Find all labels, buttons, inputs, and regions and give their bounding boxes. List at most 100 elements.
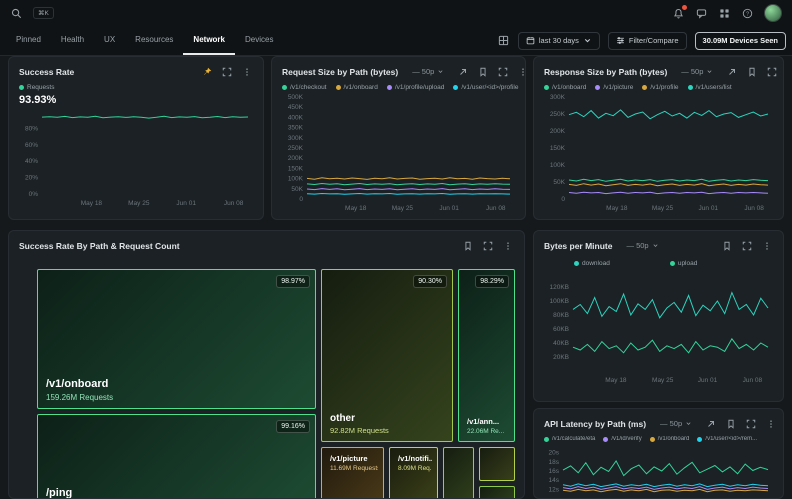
help-icon[interactable]: ?: [741, 7, 754, 20]
svg-text:80KB: 80KB: [553, 312, 569, 319]
tab-health[interactable]: Health: [51, 26, 94, 55]
percentile-select[interactable]: — 50p: [675, 66, 719, 77]
tab-devices[interactable]: Devices: [235, 26, 283, 55]
legend-item[interactable]: /v1/onboard: [336, 84, 378, 91]
expand-icon[interactable]: [220, 65, 233, 78]
treemap-cell-label: other92.82M Requests: [330, 413, 447, 435]
tab-ux[interactable]: UX: [94, 26, 125, 55]
grid-icon[interactable]: [718, 7, 731, 20]
date-range-button[interactable]: last 30 days: [518, 32, 600, 50]
legend-item[interactable]: /v1/checkout: [282, 84, 327, 91]
legend-item[interactable]: upload: [670, 260, 698, 267]
legend-dot: [650, 437, 655, 442]
kebab-icon[interactable]: [240, 65, 253, 78]
chat-icon[interactable]: [695, 7, 708, 20]
success-rate-badge: 99.16%: [276, 420, 310, 433]
percentile-label: — 50p: [660, 419, 682, 428]
card-title: Response Size by Path (bytes): [544, 67, 667, 77]
treemap-cell[interactable]: [479, 486, 515, 499]
card-title: Bytes per Minute: [544, 241, 613, 251]
svg-text:Jun 01: Jun 01: [176, 200, 196, 207]
response-size-chart[interactable]: 050K100K150K200K250K300KMay 18May 25Jun …: [543, 93, 774, 213]
api-latency-chart[interactable]: 12s14s16s18s20sMay 18May 25Jun 01Jun 08: [543, 444, 774, 499]
layout-grid-icon[interactable]: [497, 34, 510, 47]
expand-icon[interactable]: [481, 239, 494, 252]
treemap-cell-v1-picture[interactable]: /v1/picture11.69M Requests: [321, 447, 384, 499]
legend-item[interactable]: /v1/user/<id>/profile: [453, 84, 518, 91]
success-rate-chart[interactable]: 0%20%40%60%80%May 18May 25Jun 01Jun 08: [18, 108, 254, 208]
pin-icon[interactable]: [200, 65, 213, 78]
expand-icon[interactable]: [744, 417, 757, 430]
legend-item[interactable]: /v1/onboard: [544, 84, 586, 91]
legend-item[interactable]: Requests: [19, 84, 54, 91]
svg-text:May 18: May 18: [605, 377, 627, 384]
chart-legend: /v1/onboard/v1/picture/v1/profile/v1/use…: [534, 84, 783, 91]
expand-icon[interactable]: [496, 65, 509, 78]
treemap-cell-v1-onboard[interactable]: 98.97%/v1/onboard159.26M Requests: [37, 269, 316, 409]
legend-item[interactable]: /v1/profile: [642, 84, 678, 91]
svg-text:Jun 08: Jun 08: [744, 205, 764, 212]
bytes-per-minute-chart[interactable]: 20KB40KB60KB80KB100KB120KBMay 18May 25Ju…: [543, 269, 774, 385]
percentile-select[interactable]: — 50p: [406, 66, 450, 77]
keyboard-shortcut-badge: ⌘K: [33, 7, 54, 19]
svg-text:120KB: 120KB: [549, 284, 569, 291]
svg-text:250K: 250K: [288, 145, 304, 152]
legend-item[interactable]: /v1/profile/upload: [387, 84, 445, 91]
avatar[interactable]: [764, 4, 782, 22]
chevron-down-icon: [685, 420, 692, 427]
bookmark-icon[interactable]: [720, 239, 733, 252]
legend-item[interactable]: /v1/id/verify: [603, 436, 641, 442]
expand-icon[interactable]: [740, 239, 753, 252]
expand-icon[interactable]: [765, 65, 778, 78]
svg-text:350K: 350K: [288, 125, 304, 132]
percentile-select[interactable]: — 50p: [621, 240, 665, 251]
card-bytes-per-minute: Bytes per Minute — 50p downloadupload 20…: [533, 230, 784, 402]
legend-dot: [544, 85, 549, 90]
bookmark-icon[interactable]: [724, 417, 737, 430]
legend-item[interactable]: /v1/picture: [595, 84, 633, 91]
svg-text:80%: 80%: [25, 125, 38, 132]
bell-icon[interactable]: [672, 7, 685, 20]
treemap-cell-v1-notifi[interactable]: /v1/notifi...8.09M Req...: [389, 447, 438, 499]
kebab-icon[interactable]: [501, 239, 514, 252]
card-title: Request Size by Path (bytes): [282, 67, 398, 77]
treemap-cell[interactable]: [443, 447, 474, 499]
calendar-icon: [526, 36, 535, 45]
request-size-chart[interactable]: 050K100K150K200K250K300K350K400K450K500K…: [281, 93, 516, 213]
bookmark-icon[interactable]: [745, 65, 758, 78]
percentile-label: — 50p: [412, 67, 434, 76]
percentile-select[interactable]: — 50p: [654, 418, 698, 429]
svg-text:100K: 100K: [550, 162, 566, 169]
treemap-cell-other[interactable]: 90.30%other92.82M Requests: [321, 269, 453, 442]
kebab-icon[interactable]: [516, 65, 526, 78]
treemap-cell[interactable]: [479, 447, 515, 481]
kebab-icon[interactable]: [764, 417, 777, 430]
treemap-cell-label: /v1/ann...22.06M Re...: [467, 417, 509, 435]
search-icon[interactable]: [10, 7, 23, 20]
legend-item[interactable]: download: [574, 260, 610, 267]
tab-list: PinnedHealthUXResourcesNetworkDevices: [6, 26, 283, 55]
kebab-icon[interactable]: [760, 239, 773, 252]
tab-pinned[interactable]: Pinned: [6, 26, 51, 55]
devices-seen-badge[interactable]: 30.09M Devices Seen: [695, 32, 786, 50]
share-icon[interactable]: [725, 65, 738, 78]
treemap: 98.97%/v1/onboard159.26M Requests99.16%/…: [37, 269, 515, 499]
share-icon[interactable]: [704, 417, 717, 430]
legend-item[interactable]: /v1/user/<id>/rem...: [697, 436, 757, 442]
filter-compare-button[interactable]: Filter/Compare: [608, 32, 687, 50]
svg-text:450K: 450K: [288, 104, 304, 111]
share-icon[interactable]: [456, 65, 469, 78]
legend-dot: [688, 85, 693, 90]
svg-text:Jun 01: Jun 01: [439, 205, 459, 212]
svg-text:40KB: 40KB: [553, 340, 569, 347]
legend-item[interactable]: /v1/users/list: [688, 84, 732, 91]
svg-text:12s: 12s: [549, 486, 560, 493]
bookmark-icon[interactable]: [476, 65, 489, 78]
treemap-cell-v1-ann[interactable]: 98.29%/v1/ann...22.06M Re...: [458, 269, 515, 442]
bookmark-icon[interactable]: [461, 239, 474, 252]
legend-item[interactable]: /v1/calculate/eta: [544, 436, 595, 442]
treemap-cell-ping[interactable]: 99.16%/ping: [37, 414, 316, 499]
legend-item[interactable]: /v1/onboard: [650, 436, 690, 442]
tab-resources[interactable]: Resources: [125, 26, 183, 55]
tab-network[interactable]: Network: [183, 26, 235, 55]
